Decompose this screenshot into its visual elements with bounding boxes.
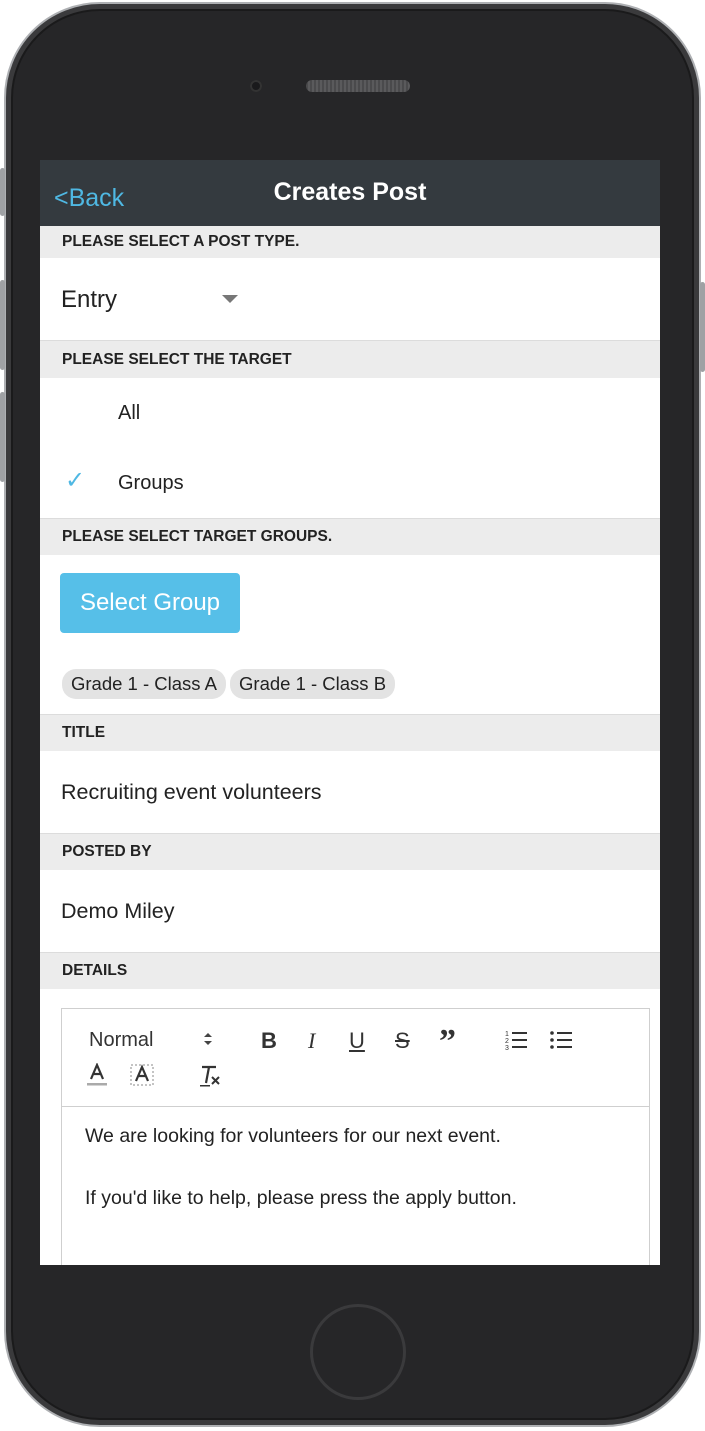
rich-text-editor: Normal B I U S ” 1 2 3 We are looking fo… [61, 1008, 650, 1265]
strikethrough-icon[interactable]: S [395, 1028, 410, 1054]
volume-up-button [0, 280, 5, 370]
clear-format-icon[interactable] [198, 1063, 222, 1087]
post-type-select[interactable]: Entry [40, 258, 660, 340]
title-value: Recruiting event volunteers [61, 780, 322, 804]
section-header-target-groups: PLEASE SELECT TARGET GROUPS. [40, 518, 660, 555]
background-color-icon[interactable] [130, 1063, 154, 1087]
section-header-details: DETAILS [40, 952, 660, 989]
section-header-posted-by: POSTED BY [40, 833, 660, 870]
checkmark-icon: ✓ [65, 467, 86, 494]
navigation-bar: <Back Creates Post [40, 160, 660, 226]
editor-paragraph: If you'd like to help, please press the … [85, 1186, 517, 1209]
underline-icon[interactable]: U [349, 1028, 365, 1054]
format-select[interactable]: Normal [89, 1029, 153, 1052]
group-chip[interactable]: Grade 1 - Class B [230, 669, 396, 699]
blockquote-icon[interactable]: ” [439, 1023, 456, 1061]
bold-icon[interactable]: B [261, 1028, 277, 1054]
posted-by-input[interactable]: Demo Miley [40, 870, 660, 952]
dropdown-caret-icon [222, 295, 238, 303]
svg-text:2: 2 [505, 1038, 509, 1045]
mute-switch [0, 168, 5, 216]
target-option-label: All [118, 402, 141, 424]
svg-text:3: 3 [505, 1045, 509, 1051]
earpiece-speaker [306, 80, 410, 92]
italic-icon[interactable]: I [308, 1028, 315, 1054]
section-header-post-type: PLEASE SELECT A POST TYPE. [40, 226, 660, 258]
app-screen: <Back Creates Post PLEASE SELECT A POST … [40, 160, 660, 1265]
text-color-icon[interactable] [86, 1063, 108, 1087]
front-camera [250, 80, 262, 92]
target-option-all[interactable]: All [40, 378, 660, 448]
group-chip[interactable]: Grade 1 - Class A [62, 669, 227, 699]
ordered-list-icon[interactable]: 1 2 3 [505, 1029, 529, 1051]
editor-content[interactable]: We are looking for volunteers for our ne… [62, 1107, 649, 1265]
post-type-value: Entry [61, 286, 118, 313]
details-area: Normal B I U S ” 1 2 3 We are looking fo… [40, 989, 660, 1265]
home-button[interactable] [310, 1304, 406, 1400]
select-arrows-icon [204, 1033, 212, 1045]
editor-toolbar: Normal B I U S ” 1 2 3 [62, 1009, 649, 1107]
svg-text:1: 1 [505, 1031, 509, 1038]
power-button [700, 282, 705, 372]
section-header-target: PLEASE SELECT THE TARGET [40, 340, 660, 378]
select-group-button[interactable]: Select Group [60, 573, 240, 633]
target-groups-area: Select Group Grade 1 - Class A Grade 1 -… [40, 555, 660, 714]
bullet-list-icon[interactable] [550, 1029, 574, 1051]
group-chip-list: Grade 1 - Class A Grade 1 - Class B [62, 669, 396, 699]
page-title: Creates Post [273, 178, 427, 206]
title-input[interactable]: Recruiting event volunteers [40, 751, 660, 833]
target-option-label: Groups [118, 472, 184, 494]
editor-paragraph: We are looking for volunteers for our ne… [85, 1125, 501, 1147]
volume-down-button [0, 392, 5, 482]
section-header-title: TITLE [40, 714, 660, 751]
target-option-groups[interactable]: ✓ Groups [40, 448, 660, 518]
posted-by-value: Demo Miley [61, 899, 175, 923]
